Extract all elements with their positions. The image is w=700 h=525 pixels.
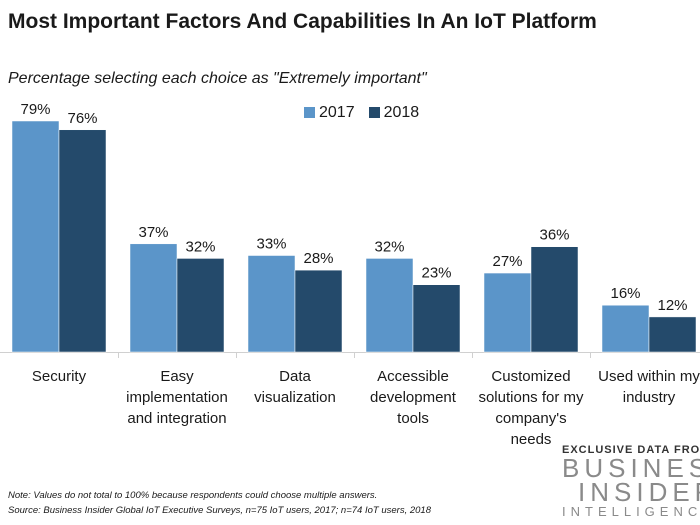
category-label-line: Easy [160, 368, 194, 385]
data-label: 28% [303, 250, 333, 267]
category-label-line: visualization [254, 389, 336, 406]
category-label: Used within my industry [590, 366, 700, 408]
category-label: Data visualization [236, 366, 354, 408]
bar-2018-2 [294, 269, 343, 353]
bar-2018-4 [530, 246, 579, 353]
category-label-line: Used within my [598, 368, 700, 385]
category-label-line: Accessible [377, 368, 449, 385]
data-label: 36% [539, 227, 569, 244]
category-label-line: industry [622, 389, 676, 406]
note-text: Note: Values do not total to 100% becaus… [8, 490, 378, 501]
category-label: Customized solutions for my company's needs [472, 366, 590, 450]
legend: 2017 2018 [304, 104, 419, 122]
bar-2017-2 [247, 255, 296, 353]
data-label: 76% [67, 110, 97, 127]
category-label: Easy implementation and integration [118, 366, 236, 429]
bar-2018-1 [176, 258, 225, 353]
business-insider-logo: EXCLUSIVE DATA FROM BUSINESS INSIDER INT… [562, 444, 700, 519]
bar-2017-5 [601, 304, 650, 353]
data-label: 32% [185, 238, 215, 255]
legend-swatch [368, 107, 380, 118]
category-label-line: development [370, 389, 456, 406]
bar-2017-1 [129, 243, 178, 353]
category-label-line: tools [397, 410, 429, 427]
data-label: 23% [421, 265, 451, 282]
data-label: 33% [256, 236, 286, 253]
legend-label: 2018 [383, 104, 420, 121]
bar-2017-0 [11, 120, 60, 353]
source-text: Source: Business Insider Global IoT Exec… [8, 505, 431, 516]
legend-item-2017: 2017 [304, 104, 355, 122]
category-label-line: company's [495, 410, 567, 427]
data-label: 27% [492, 253, 522, 270]
data-label: 37% [138, 224, 168, 241]
data-label: 12% [657, 297, 687, 314]
legend-swatch [304, 107, 315, 118]
logo-line2: INSIDER [578, 477, 700, 507]
category-label: Security [0, 366, 118, 387]
data-label: 79% [20, 101, 50, 118]
category-label-line: Data [279, 368, 311, 385]
category-label-line: implementation [126, 389, 228, 406]
data-label: 16% [610, 285, 640, 302]
legend-label: 2017 [319, 104, 355, 121]
category-label-line: solutions for my [478, 389, 584, 406]
bar-2018-5 [648, 316, 697, 353]
footnote: Note: Values do not total to 100% becaus… [8, 488, 431, 518]
bar-2017-3 [365, 258, 414, 353]
legend-item-2018: 2018 [368, 104, 420, 122]
data-label: 32% [374, 238, 404, 255]
bar-2017-4 [483, 272, 532, 353]
category-label: Accessible development tools [354, 366, 472, 429]
bar-2018-3 [412, 284, 461, 353]
category-label-line: and integration [127, 410, 227, 427]
logo-line3: INTELLIGENCE [562, 504, 700, 519]
bar-2018-0 [58, 129, 107, 353]
category-label-line: Customized [491, 368, 571, 385]
category-label-line: Security [31, 368, 87, 385]
